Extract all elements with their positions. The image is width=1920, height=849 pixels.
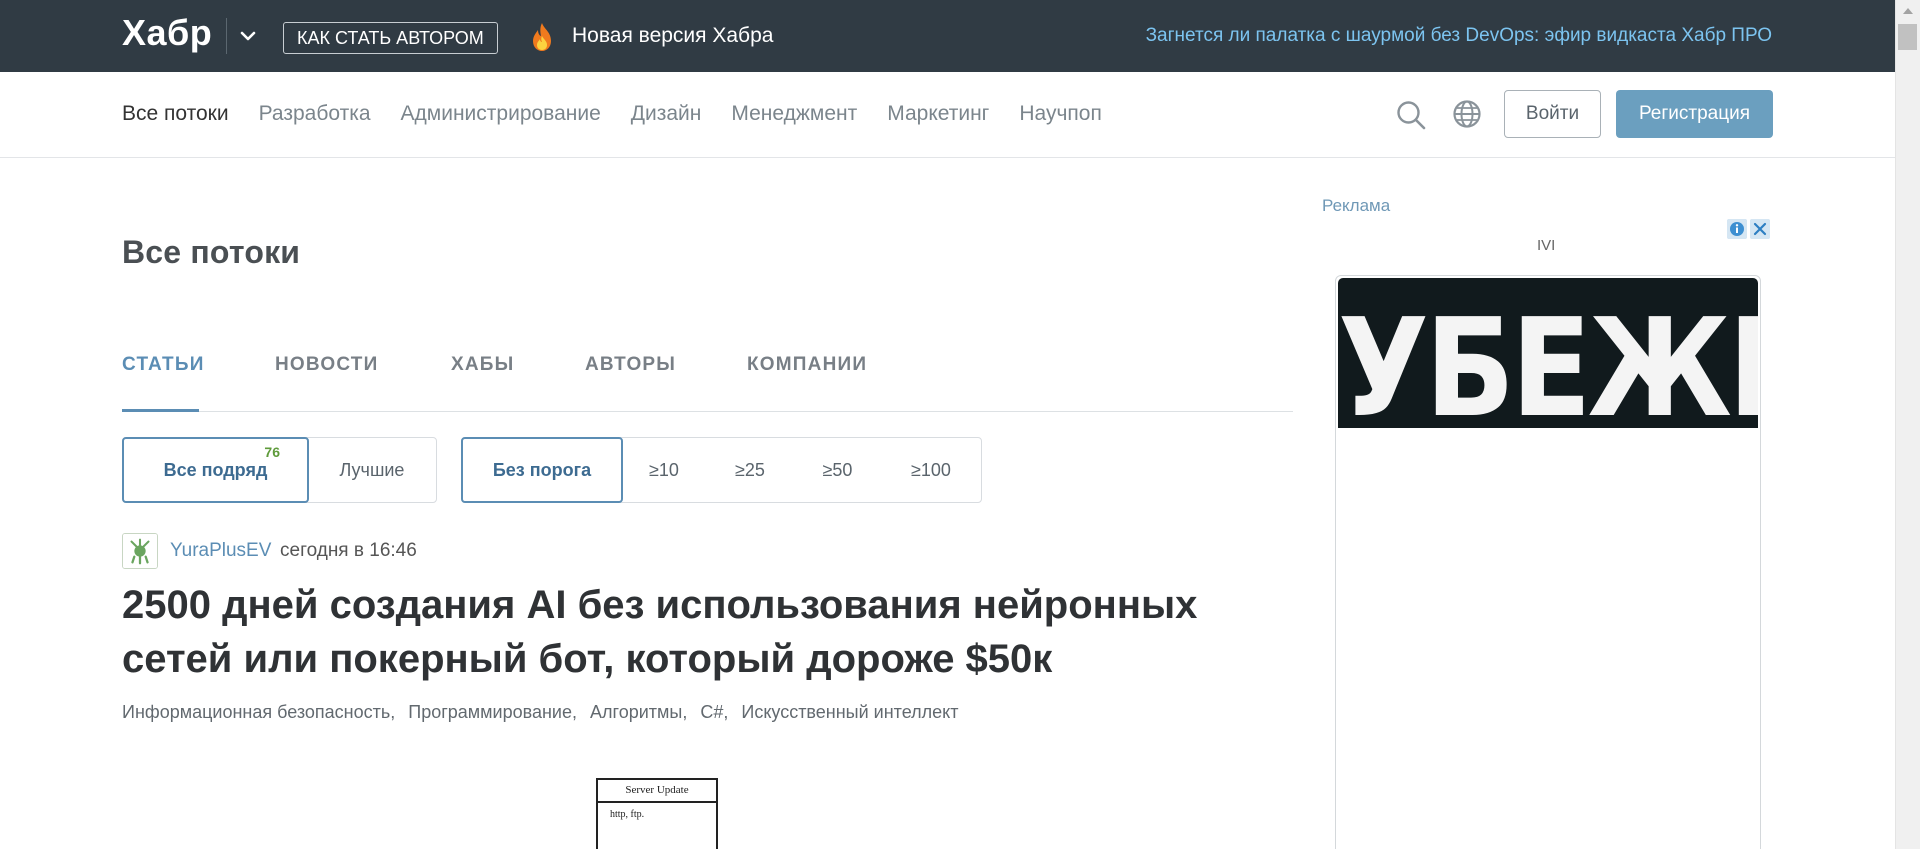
tab-companies[interactable]: КОМПАНИИ xyxy=(747,354,867,376)
info-icon[interactable] xyxy=(1727,219,1747,239)
new-posts-count: 76 xyxy=(264,444,280,460)
flows-nav: Все потоки Разработка Администрирование … xyxy=(122,102,1102,126)
hub-link[interactable]: Искусственный интеллект xyxy=(741,702,958,722)
post-preview-image: Server Update http, ftp. xyxy=(596,778,718,849)
tab-authors[interactable]: АВТОРЫ xyxy=(585,354,676,376)
flows-nav-bar: Все потоки Разработка Администрирование … xyxy=(0,72,1895,158)
diagram-body: http, ftp. xyxy=(610,809,645,820)
ad-banner-image[interactable]: УБЕЖИЩЕ xyxy=(1338,278,1758,428)
threshold-10-button[interactable]: ≥10 xyxy=(622,438,706,502)
post-timestamp: сегодня в 16:46 xyxy=(280,540,417,561)
hub-link[interactable]: Программирование, xyxy=(408,702,577,722)
register-button[interactable]: Регистрация xyxy=(1616,90,1773,138)
nav-item-marketing[interactable]: Маркетинг xyxy=(887,102,989,126)
nav-item-design[interactable]: Дизайн xyxy=(631,102,702,126)
filter-all-button[interactable]: Все подряд 76 xyxy=(122,437,309,503)
nav-item-all-flows[interactable]: Все потоки xyxy=(122,102,229,126)
filter-all-label: Все подряд xyxy=(163,460,268,480)
chevron-down-icon[interactable] xyxy=(236,24,260,48)
nav-item-development[interactable]: Разработка xyxy=(259,102,371,126)
hub-link[interactable]: C#, xyxy=(700,702,728,722)
sort-filter: Все подряд 76 Лучшие xyxy=(122,437,437,503)
author-link[interactable]: YuraPlusEV xyxy=(170,540,271,562)
nav-item-administration[interactable]: Администрирование xyxy=(401,102,601,126)
rating-threshold-filter: Без порога ≥10 ≥25 ≥50 ≥100 xyxy=(461,437,982,503)
threshold-100-button[interactable]: ≥100 xyxy=(881,438,981,502)
tab-news[interactable]: НОВОСТИ xyxy=(275,354,378,376)
how-to-become-author-button[interactable]: Как стать автором xyxy=(283,22,498,54)
post-hubs: Информационная безопасность, Программиро… xyxy=(122,702,966,723)
globe-icon[interactable] xyxy=(1452,99,1482,129)
nav-item-management[interactable]: Менеджмент xyxy=(731,102,857,126)
nav-item-popsci[interactable]: Научпоп xyxy=(1019,102,1101,126)
tab-hubs[interactable]: ХАБЫ xyxy=(451,354,514,376)
filter-best-button[interactable]: Лучшие xyxy=(308,438,436,502)
ad-banner-text: УБЕЖИЩЕ xyxy=(1338,288,1758,428)
active-tab-indicator xyxy=(122,409,199,412)
threshold-50-button[interactable]: ≥50 xyxy=(794,438,881,502)
page-scrollbar[interactable] xyxy=(1895,0,1920,849)
threshold-25-button[interactable]: ≥25 xyxy=(706,438,794,502)
hub-link[interactable]: Информационная безопасность, xyxy=(122,702,395,722)
close-icon[interactable] xyxy=(1750,219,1770,239)
diagram-header: Server Update xyxy=(598,780,716,803)
login-button[interactable]: Войти xyxy=(1504,90,1601,138)
logo-divider xyxy=(226,18,227,54)
top-bar: Хабр Как стать автором Новая версия Хабр… xyxy=(0,0,1895,72)
threshold-none-button[interactable]: Без порога xyxy=(461,437,623,503)
fire-icon xyxy=(533,23,551,51)
tab-articles[interactable]: СТАТЬИ xyxy=(122,354,205,376)
ad-brand: IVI xyxy=(1537,237,1556,254)
avatar[interactable] xyxy=(122,533,158,569)
ad-label: Реклама xyxy=(1322,196,1391,215)
promo-link[interactable]: Загнется ли палатка с шаурмой без DevOps… xyxy=(1146,25,1772,47)
new-version-link[interactable]: Новая версия Хабра xyxy=(572,24,773,48)
scroll-up-icon[interactable] xyxy=(1903,8,1913,14)
content-tabs: СТАТЬИ НОВОСТИ ХАБЫ АВТОРЫ КОМПАНИИ xyxy=(122,354,1293,412)
habr-logo[interactable]: Хабр xyxy=(122,12,212,54)
hub-link[interactable]: Алгоритмы, xyxy=(590,702,687,722)
page-title: Все потоки xyxy=(122,234,301,270)
scroll-thumb[interactable] xyxy=(1898,24,1917,50)
search-icon[interactable] xyxy=(1395,99,1427,131)
post-title-link[interactable]: 2500 дней создания AI без использования … xyxy=(122,578,1222,686)
